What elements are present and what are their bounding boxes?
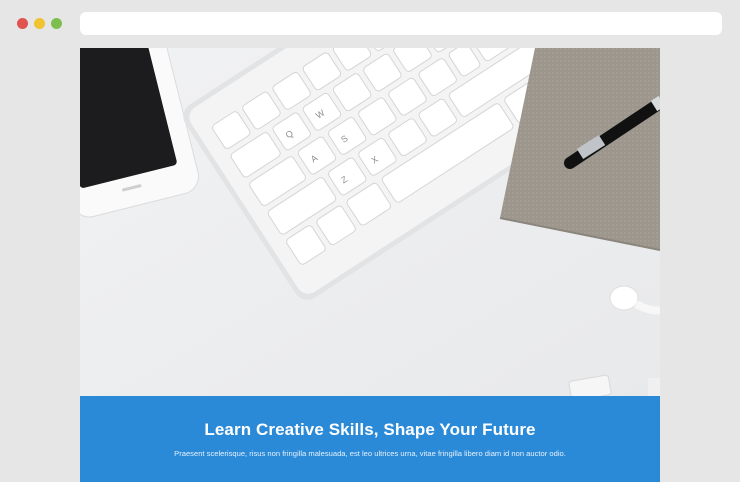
hero-banner: Learn Creative Skills, Shape Your Future… <box>80 396 660 482</box>
maximize-window-button[interactable] <box>51 18 62 29</box>
hero-image: Q W A S Z X <box>80 48 660 396</box>
banner-title: Learn Creative Skills, Shape Your Future <box>204 420 536 439</box>
address-bar[interactable] <box>80 12 722 35</box>
desk-workspace-illustration: Q W A S Z X <box>80 48 660 396</box>
banner-subtitle: Praesent scelerisque, risus non fringill… <box>174 449 566 458</box>
close-window-button[interactable] <box>17 18 28 29</box>
minimize-window-button[interactable] <box>34 18 45 29</box>
webpage: Q W A S Z X Learn Creative Skills, Shape… <box>80 48 660 482</box>
browser-chrome <box>0 0 740 48</box>
